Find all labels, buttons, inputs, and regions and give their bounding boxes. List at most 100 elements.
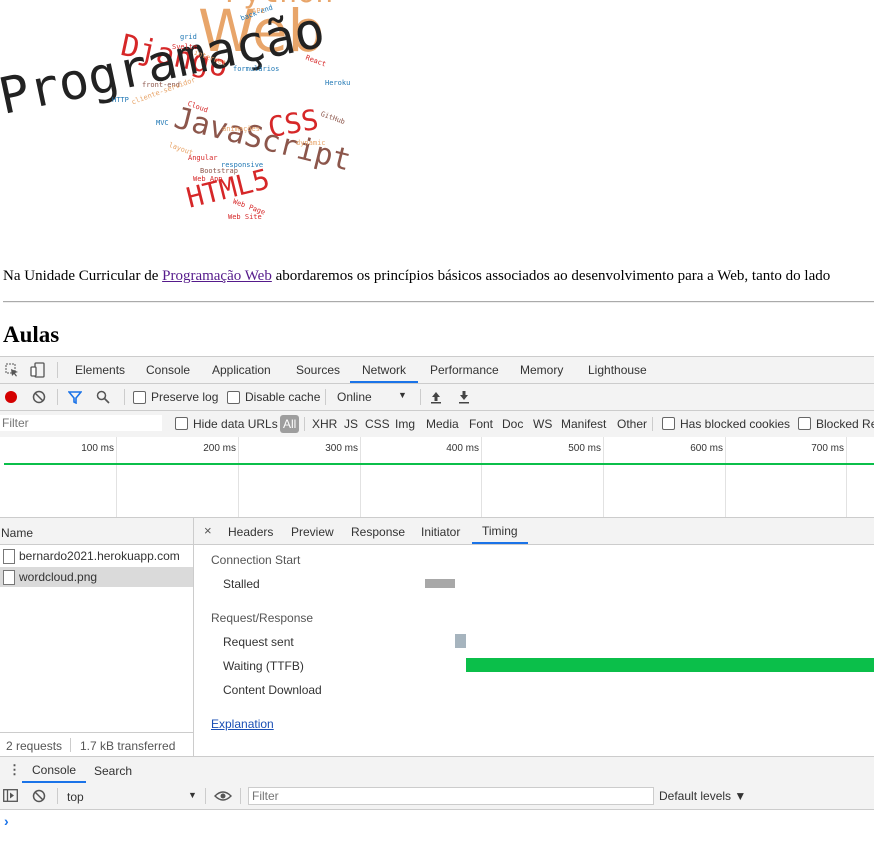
clear-icon[interactable]	[32, 390, 46, 407]
tick-label: 400 ms	[446, 443, 479, 454]
tab-headers[interactable]: Headers	[228, 525, 273, 539]
has-blocked-cookies-checkbox[interactable]	[662, 417, 675, 430]
tab-lighthouse[interactable]: Lighthouse	[588, 357, 647, 383]
filter-type-css[interactable]: CSS	[365, 417, 390, 431]
drawer-tabbar: ⋮ Console Search	[0, 756, 874, 784]
sidebar-toggle-icon[interactable]	[3, 789, 18, 805]
wc-word: Bootstrap	[200, 167, 238, 175]
console-prompt-icon: ›	[4, 813, 9, 829]
eye-icon[interactable]	[214, 790, 232, 805]
separator	[70, 738, 71, 752]
explanation-link[interactable]: Explanation	[211, 717, 274, 731]
filter-type-other[interactable]: Other	[617, 417, 647, 431]
timing-row-stalled: Stalled	[223, 577, 260, 591]
network-overview[interactable]: 100 ms 200 ms 300 ms 400 ms 500 ms 600 m…	[0, 437, 874, 518]
export-har-icon[interactable]	[458, 390, 470, 407]
wc-word: Programação	[0, 0, 330, 126]
timing-row-waiting: Waiting (TTFB)	[223, 659, 304, 673]
close-icon[interactable]: ×	[204, 523, 212, 538]
wc-word: GitHub	[319, 109, 347, 127]
filter-icon[interactable]	[67, 391, 83, 407]
request-detail-pane: × Headers Preview Response Initiator Tim…	[194, 518, 874, 756]
hide-data-urls-checkbox[interactable]	[175, 417, 188, 430]
separator	[57, 389, 58, 405]
filter-all-button[interactable]: All	[280, 415, 300, 433]
filter-type-ws[interactable]: WS	[533, 417, 552, 431]
filter-type-media[interactable]: Media	[426, 417, 459, 431]
programacao-web-link[interactable]: Programação Web	[162, 268, 272, 284]
filter-type-doc[interactable]: Doc	[502, 417, 523, 431]
drawer-tab-console[interactable]: Console	[22, 757, 87, 783]
throttling-select[interactable]: Online	[337, 390, 372, 404]
separator	[652, 417, 653, 431]
tab-preview[interactable]: Preview	[291, 525, 334, 539]
clear-console-icon[interactable]	[32, 789, 46, 806]
context-selector[interactable]: top	[67, 790, 84, 804]
wc-word: Svelte	[172, 43, 198, 51]
network-filter-bar: Hide data URLs All XHR JS CSS Img Media …	[0, 411, 874, 438]
tick-label: 700 ms	[811, 443, 844, 454]
has-blocked-cookies-label: Has blocked cookies	[680, 417, 791, 431]
tab-application[interactable]: Application	[212, 357, 271, 383]
section-title-request-response: Request/Response	[211, 611, 314, 625]
intro-text-before: Na Unidade Curricular de	[3, 268, 163, 284]
hide-data-urls-label: Hide data URLs	[193, 417, 278, 431]
network-toolbar: Preserve log Disable cache Online ▼	[0, 384, 874, 411]
request-summary-bar: 2 requests 1.7 kB transferred	[0, 732, 193, 757]
wordcloud-image: Python Web Django Programação CSS JavaSc…	[0, 0, 440, 235]
filter-type-manifest[interactable]: Manifest	[561, 417, 606, 431]
filter-type-xhr[interactable]: XHR	[312, 417, 337, 431]
inspect-element-icon[interactable]	[5, 363, 19, 379]
console-area[interactable]: ›	[0, 810, 874, 845]
tick-label: 500 ms	[568, 443, 601, 454]
chevron-down-icon[interactable]: ▼	[188, 790, 197, 800]
separator	[420, 389, 421, 405]
separator	[57, 362, 58, 378]
separator	[57, 788, 58, 804]
tab-sources[interactable]: Sources	[296, 357, 340, 383]
console-filter-input[interactable]	[248, 787, 654, 805]
filter-type-js[interactable]: JS	[344, 417, 358, 431]
tab-initiator[interactable]: Initiator	[421, 525, 460, 539]
stalled-bar	[425, 579, 455, 588]
chevron-down-icon[interactable]: ▼	[398, 390, 407, 400]
tab-memory[interactable]: Memory	[520, 357, 563, 383]
wc-word: dynamic	[296, 139, 326, 147]
devtools-main-tabbar: Elements Console Application Sources Net…	[0, 357, 874, 384]
tab-timing[interactable]: Timing	[472, 518, 528, 544]
blocked-requests-checkbox[interactable]	[798, 417, 811, 430]
waiting-ttfb-bar	[466, 658, 874, 672]
tab-console[interactable]: Console	[146, 357, 190, 383]
import-har-icon[interactable]	[430, 390, 442, 407]
intro-paragraph: Na Unidade Curricular de Programação Web…	[3, 268, 874, 285]
more-options-icon[interactable]: ⋮	[8, 762, 21, 778]
tab-network[interactable]: Network	[350, 357, 419, 383]
record-icon[interactable]	[5, 391, 17, 403]
overview-timeline-bar	[4, 463, 874, 465]
filter-type-font[interactable]: Font	[469, 417, 493, 431]
tab-response[interactable]: Response	[351, 525, 405, 539]
tick-label: 300 ms	[325, 443, 358, 454]
wc-word: MVC	[156, 119, 169, 127]
tick-label: 100 ms	[81, 443, 114, 454]
name-column-header[interactable]: Name	[0, 518, 193, 545]
tab-performance[interactable]: Performance	[430, 357, 499, 383]
timing-row-request-sent: Request sent	[223, 635, 294, 649]
wc-word: Angular	[188, 154, 218, 162]
separator	[124, 389, 125, 405]
filter-type-img[interactable]: Img	[395, 417, 415, 431]
filter-input[interactable]	[0, 415, 162, 431]
drawer-tab-search[interactable]: Search	[94, 764, 132, 778]
disable-cache-label: Disable cache	[245, 390, 321, 404]
aulas-heading: Aulas	[3, 322, 60, 347]
disable-cache-checkbox[interactable]	[227, 391, 240, 404]
request-row-selected[interactable]: wordcloud.png	[0, 567, 193, 587]
preserve-log-checkbox[interactable]	[133, 391, 146, 404]
tick-label: 200 ms	[203, 443, 236, 454]
device-toolbar-icon[interactable]	[30, 362, 46, 380]
tab-elements[interactable]: Elements	[75, 357, 125, 383]
log-levels-select[interactable]: Default levels ▼	[659, 789, 746, 803]
grid-line	[238, 437, 239, 517]
request-row[interactable]: bernardo2021.herokuapp.com	[0, 546, 193, 566]
search-icon[interactable]	[96, 390, 110, 407]
